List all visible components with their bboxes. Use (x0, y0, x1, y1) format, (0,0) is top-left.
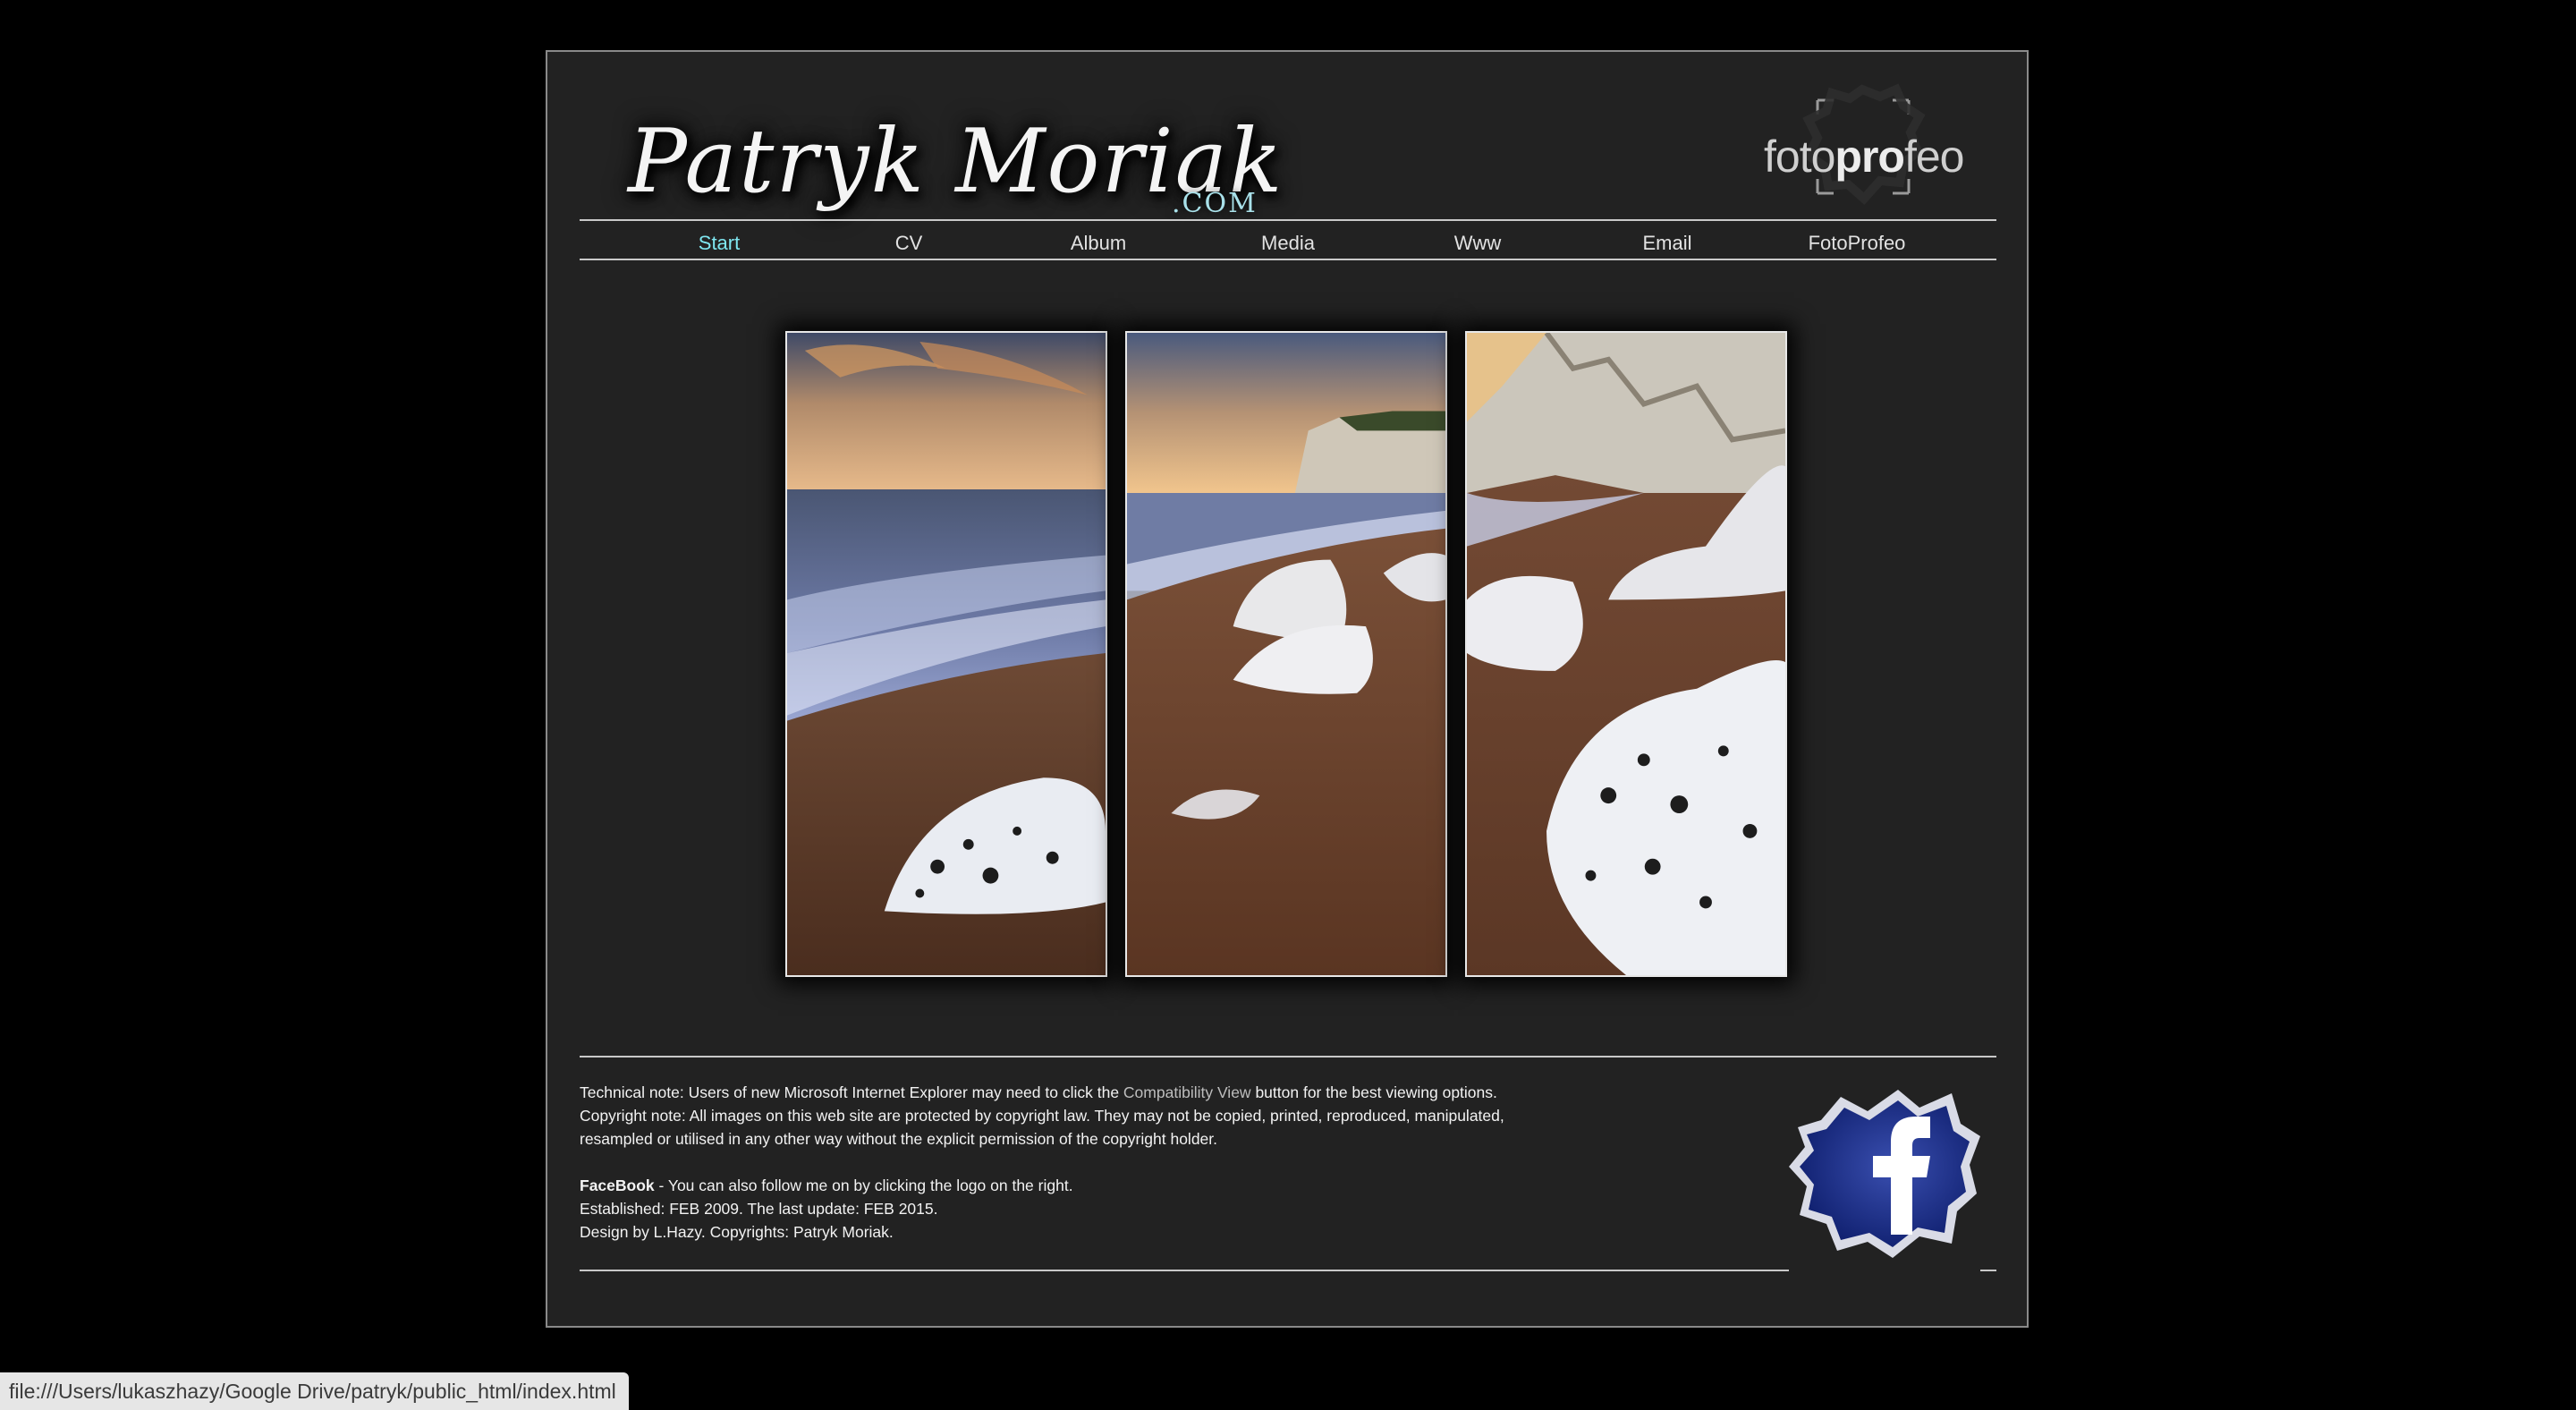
footer-notes: Technical note: Users of new Microsoft I… (580, 1081, 1581, 1244)
nav-item-fotoprofeo[interactable]: FotoProfeo (1767, 224, 1946, 263)
site-frame: Patryk Moriak .COM fotoprofeo Start CV Alb… (546, 50, 2029, 1328)
beach-cliff-photo (1127, 333, 1445, 975)
nav-item-start[interactable]: Start (630, 224, 809, 263)
site-logo[interactable]: Patryk Moriak .COM (628, 79, 1282, 231)
fotoprofeo-wordmark: fotoprofeo (1764, 132, 1964, 182)
footer-bottom-divider-left (580, 1270, 1789, 1271)
nav-bottom-divider (580, 259, 1996, 260)
technical-note: Technical note: Users of new Microsoft I… (580, 1083, 1497, 1101)
facebook-note: FaceBook - You can also follow me on by … (580, 1176, 1073, 1194)
nav-item-email[interactable]: Email (1578, 224, 1757, 263)
gallery-panel-center[interactable] (1125, 331, 1447, 977)
logo-domain-suffix: .COM (1172, 188, 1258, 219)
established-note: Established: FEB 2009. The last update: … (580, 1200, 938, 1218)
compatibility-view-link[interactable]: Compatibility View (1123, 1083, 1251, 1101)
nav-item-media[interactable]: Media (1199, 224, 1377, 263)
gallery-panel-right[interactable] (1465, 331, 1787, 977)
copyright-note-line1: Copyright note: All images on this web s… (580, 1107, 1504, 1125)
gallery-panel-left[interactable] (785, 331, 1107, 977)
beach-waves-photo (787, 333, 1106, 975)
design-credit: Design by L.Hazy. Copyrights: Patryk Mor… (580, 1223, 894, 1241)
nav-item-www[interactable]: Www (1388, 224, 1567, 263)
nav-item-album[interactable]: Album (1009, 224, 1188, 263)
browser-status-bar: file:///Users/lukaszhazy/Google Drive/pa… (0, 1372, 629, 1410)
fotoprofeo-logo[interactable]: fotoprofeo (1746, 70, 1979, 222)
facebook-label: FaceBook (580, 1176, 655, 1194)
footer-top-divider (580, 1056, 1996, 1058)
nav-top-divider (580, 219, 1996, 221)
chalk-rocks-photo (1467, 333, 1785, 975)
copyright-note-line2: resampled or utilised in any other way w… (580, 1130, 1218, 1148)
footer-bottom-divider-right (1980, 1270, 1996, 1271)
facebook-icon[interactable] (1785, 1084, 1982, 1260)
nav-item-cv[interactable]: CV (819, 224, 998, 263)
main-navigation: Start CV Album Media Www Email FotoProfeo (580, 224, 1996, 263)
